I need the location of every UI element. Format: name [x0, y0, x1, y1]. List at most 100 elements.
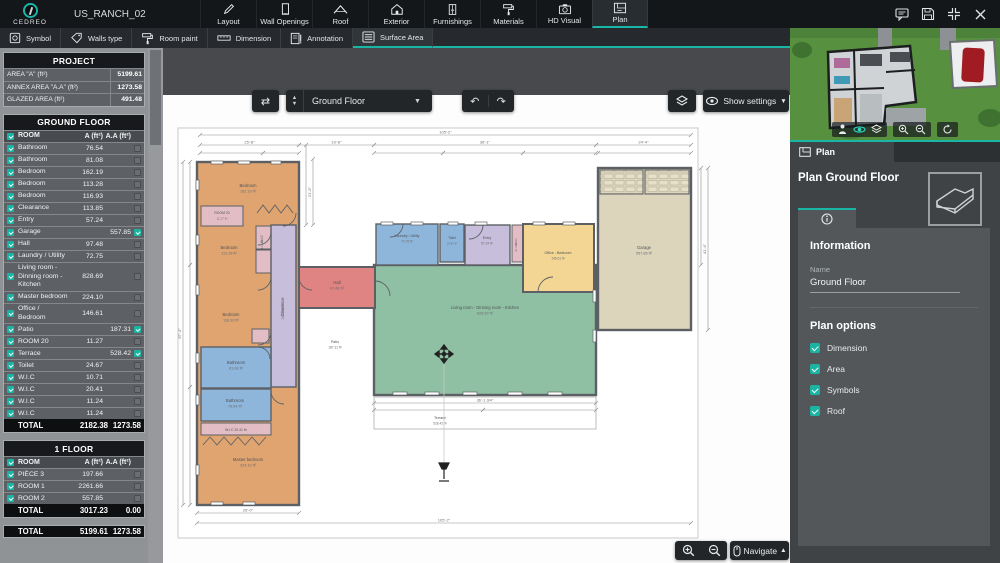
room-checkbox[interactable]	[4, 292, 17, 303]
room-checkbox[interactable]	[4, 155, 17, 166]
room-checkbox[interactable]	[4, 304, 17, 323]
annex-checkbox[interactable]	[131, 324, 144, 335]
tool-dimension[interactable]: Dimension	[208, 28, 281, 48]
preview-zoom-in-button[interactable]	[895, 123, 912, 137]
sidebar-scrollbar[interactable]	[148, 48, 163, 563]
annex-checkbox[interactable]	[131, 251, 144, 262]
orbit-view-button[interactable]	[851, 123, 868, 137]
annex-checkbox[interactable]	[131, 396, 144, 407]
floor-thumbnail[interactable]	[928, 172, 982, 226]
annex-checkbox[interactable]	[131, 481, 144, 492]
tab-roof[interactable]: Roof	[312, 0, 368, 28]
annex-checkbox[interactable]	[131, 493, 144, 504]
name-input[interactable]: Ground Floor	[810, 277, 960, 293]
tab-information[interactable]	[798, 208, 856, 228]
annex-checkbox[interactable]	[131, 348, 144, 359]
annex-checkbox[interactable]	[131, 179, 144, 190]
annex-checkbox[interactable]	[131, 227, 144, 238]
plan-room-wic[interactable]	[252, 329, 269, 343]
option-symbols[interactable]: Symbols	[810, 385, 978, 395]
tab-plan[interactable]: Plan	[790, 142, 894, 162]
tab-exterior[interactable]: Exterior	[368, 0, 424, 28]
3d-preview[interactable]	[790, 28, 1000, 140]
annex-checkbox[interactable]	[131, 360, 144, 371]
plan-canvas[interactable]: 105'-2"25'-8"19'-8"36'-1"24'-4"87'-4"21'…	[163, 48, 790, 563]
annex-checkbox[interactable]	[131, 167, 144, 178]
annex-checkbox[interactable]	[131, 143, 144, 154]
redo-button[interactable]: ↷	[489, 95, 515, 108]
scrollbar-thumb[interactable]	[150, 50, 161, 145]
room-checkbox[interactable]	[4, 372, 17, 383]
plan-room-wic[interactable]	[256, 250, 271, 273]
navigate-dropdown[interactable]: Navigate ▲	[730, 541, 789, 560]
room-checkbox[interactable]	[4, 227, 17, 238]
aerial-view-button[interactable]	[868, 123, 885, 137]
sync-view-button[interactable]: ⇄	[252, 90, 279, 112]
room-checkbox[interactable]	[4, 348, 17, 359]
tool-room-paint[interactable]: Room paint	[132, 28, 207, 48]
annex-checkbox[interactable]	[131, 155, 144, 166]
compress-button[interactable]	[946, 6, 962, 22]
annex-checkbox[interactable]	[131, 292, 144, 303]
room-checkbox[interactable]	[4, 191, 17, 202]
layers-button[interactable]	[668, 90, 696, 112]
room-checkbox[interactable]	[4, 324, 17, 335]
zoom-in-button[interactable]	[675, 544, 701, 557]
option-roof[interactable]: Roof	[810, 406, 978, 416]
tab-furnishings[interactable]: Furnishings	[424, 0, 480, 28]
tool-annotation[interactable]: Annotation	[281, 28, 353, 48]
floor-plan-drawing[interactable]: 105'-2"25'-8"19'-8"36'-1"24'-4"87'-4"21'…	[163, 95, 790, 563]
tab-hd-visual[interactable]: HD Visual	[536, 0, 592, 28]
room-checkbox[interactable]	[4, 493, 17, 504]
tab-wall-openings[interactable]: Wall Openings	[256, 0, 312, 28]
tab-plan[interactable]: Plan	[592, 0, 648, 28]
room-checkbox[interactable]	[4, 408, 17, 419]
room-checkbox[interactable]	[4, 179, 17, 190]
annex-checkbox[interactable]	[131, 336, 144, 347]
annex-checkbox[interactable]	[131, 203, 144, 214]
preview-zoom-out-button[interactable]	[912, 123, 929, 137]
room-checkbox[interactable]	[4, 396, 17, 407]
annex-checkbox[interactable]	[131, 304, 144, 323]
annex-checkbox[interactable]	[131, 384, 144, 395]
annex-checkbox[interactable]	[131, 239, 144, 250]
feedback-button[interactable]	[894, 6, 910, 22]
room-checkbox[interactable]	[4, 143, 17, 154]
tool-surface-area[interactable]: Surface Area	[353, 28, 433, 48]
room-checkbox[interactable]	[4, 239, 17, 250]
undo-button[interactable]: ↶	[462, 95, 488, 108]
annex-checkbox[interactable]	[131, 408, 144, 419]
room-checkbox[interactable]	[4, 469, 17, 480]
room-checkbox[interactable]	[4, 360, 17, 371]
room-checkbox[interactable]	[4, 167, 17, 178]
room-checkbox[interactable]	[4, 251, 17, 262]
annex-checkbox[interactable]	[131, 191, 144, 202]
room-checkbox[interactable]	[4, 215, 17, 226]
room-checkbox[interactable]	[4, 336, 17, 347]
annex-checkbox[interactable]	[131, 469, 144, 480]
tool-walls-type[interactable]: Walls type	[61, 28, 132, 48]
room-checkbox[interactable]	[4, 481, 17, 492]
save-button[interactable]	[920, 6, 936, 22]
annex-checkbox[interactable]	[131, 372, 144, 383]
tool-symbol[interactable]: Symbol	[0, 28, 61, 48]
select-all-checkbox[interactable]	[4, 457, 17, 468]
show-settings-dropdown[interactable]: Show settings ▼	[703, 90, 789, 112]
room-checkbox[interactable]	[4, 263, 17, 291]
tab-materials[interactable]: Materials	[480, 0, 536, 28]
close-button[interactable]	[972, 6, 988, 22]
floor-selector-dropdown[interactable]: ▲▼ Ground Floor ▼	[286, 90, 432, 112]
reset-view-button[interactable]	[939, 123, 956, 137]
floor-spinner[interactable]: ▲▼	[286, 90, 304, 112]
annex-checkbox[interactable]	[131, 215, 144, 226]
zoom-out-button[interactable]	[701, 544, 727, 557]
select-all-checkbox[interactable]	[4, 131, 17, 142]
tab-layout[interactable]: Layout	[200, 0, 256, 28]
walkthrough-view-button[interactable]	[834, 123, 851, 137]
option-area[interactable]: Area	[810, 364, 978, 374]
annex-checkbox[interactable]	[131, 263, 144, 291]
room-checkbox[interactable]	[4, 384, 17, 395]
room-checkbox[interactable]	[4, 203, 17, 214]
option-dimension[interactable]: Dimension	[810, 343, 978, 353]
plan-room-laundry[interactable]	[376, 224, 438, 265]
